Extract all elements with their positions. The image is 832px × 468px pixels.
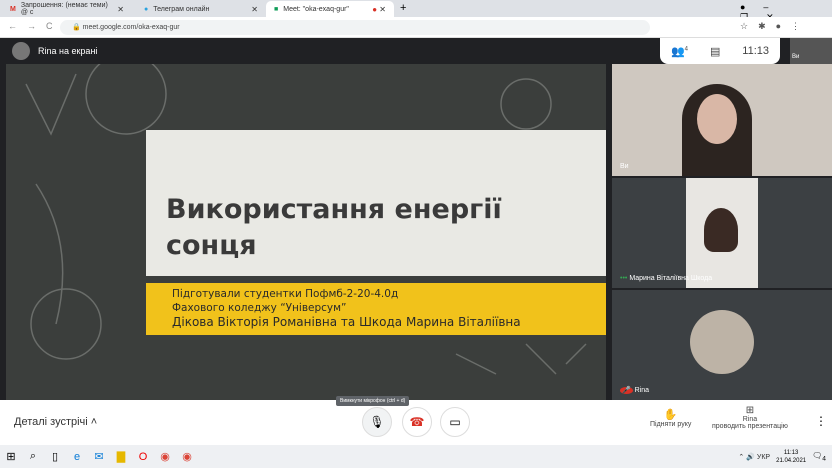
chrome-icon[interactable]: ◉ (176, 450, 198, 463)
participant-tile-self[interactable]: Ви (612, 64, 832, 176)
meet-icon: ■ (274, 5, 279, 13)
presentation-slide: Використання енергії сонця Підготували ст… (6, 64, 606, 400)
close-icon[interactable]: ✕ (251, 5, 258, 14)
more-options-icon[interactable]: ⋮ (815, 414, 827, 428)
telegram-icon: ● (144, 5, 149, 13)
participant-tile-maryna[interactable]: ••• Марина Віталіївна Шкода (612, 178, 832, 288)
participant-video (686, 178, 758, 288)
meeting-details-button[interactable]: Деталі зустрічі ˄ (14, 416, 97, 428)
present-icon: ⊞ (745, 405, 755, 416)
system-tray[interactable]: ⌃ 🔊 УКР (738, 453, 770, 461)
tab-telegram[interactable]: ● Телеграм онлайн ✕ (136, 1, 266, 17)
extension-icons[interactable]: ☆✱●⋮ (740, 21, 810, 32)
mail-icon[interactable]: ✉ (88, 450, 110, 463)
self-thumbnail[interactable]: Ви (790, 38, 832, 64)
gmail-icon: M (10, 5, 16, 13)
search-icon[interactable]: ⌕ (22, 450, 44, 463)
tab-strip: M Запрошення: (немає теми) @ с ✕ ● Телеграм… (0, 0, 832, 22)
presenting-button[interactable]: ⊞ Rina проводить презентацію (712, 405, 788, 430)
opera-icon[interactable]: O (132, 451, 154, 463)
participant-tile-rina[interactable]: 🎤 Rina (612, 290, 832, 400)
windows-taskbar: ⊞ ⌕ ▯ e ✉ ▇ O ◉ ◉ ⌃ 🔊 УКР 11:13 21.04.2021 🗨4 (0, 445, 832, 468)
address-bar: ←→C 🔒 meet.google.com/oka-exaq-gur ☆✱●⋮ (0, 17, 832, 38)
authors-band: Підготували студентки Пофмб-2-20-4.0д Фа… (146, 283, 606, 335)
clock[interactable]: 11:13 21.04.2021 (776, 449, 806, 465)
hangup-icon: ☎ (409, 415, 425, 429)
mic-off-icon: 🎤 (620, 387, 633, 394)
close-icon[interactable]: ● ✕ (372, 5, 386, 14)
participants-button[interactable]: 👥4 (671, 45, 688, 58)
microphone-icon: 🎙 (369, 415, 385, 429)
explorer-icon[interactable]: ▇ (110, 450, 132, 463)
chat-icon[interactable]: ▤ (710, 45, 720, 58)
notifications-icon[interactable]: 🗨4 (812, 451, 826, 463)
close-icon[interactable]: ✕ (117, 5, 124, 14)
task-view-icon[interactable]: ▯ (44, 450, 66, 463)
presenter-header: Rina на екрані (0, 38, 612, 64)
camera-icon: ▭ (449, 415, 461, 429)
chrome-icon[interactable]: ◉ (154, 450, 176, 463)
tab-gmail[interactable]: M Запрошення: (немає теми) @ с ✕ (2, 1, 132, 17)
meet-controls-bar: Деталі зустрічі ˄ 🎙 ☎ ▭ ✋ Підняти руку ⊞ R… (0, 400, 832, 445)
end-call-button[interactable]: ☎ (402, 407, 432, 437)
tab-meet[interactable]: ■ Meet: "oka-exaq-gur" ● ✕ (266, 1, 394, 17)
avatar (12, 42, 30, 60)
tooltip: Вимкнути мікрофон (ctrl + d) (336, 396, 410, 406)
edge-icon[interactable]: e (66, 451, 88, 463)
face (697, 94, 737, 144)
nav-buttons[interactable]: ←→C (8, 21, 63, 31)
avatar (690, 310, 754, 374)
new-tab-button[interactable]: + (400, 2, 406, 14)
camera-button[interactable]: ▭ (440, 407, 470, 437)
title-panel: Використання енергії сонця (146, 130, 606, 276)
raise-hand-button[interactable]: ✋ Підняти руку (650, 408, 691, 428)
hand-icon: ✋ (663, 409, 678, 421)
microphone-button[interactable]: 🎙 (362, 407, 392, 437)
start-icon[interactable]: ⊞ (0, 450, 22, 463)
clock: 11:13 (742, 45, 770, 57)
meet-top-bar: 👥4 ▤ 11:13 (660, 38, 780, 64)
url-input[interactable]: 🔒 meet.google.com/oka-exaq-gur (60, 20, 650, 35)
slide-title: Використання енергії сонця (166, 194, 502, 261)
